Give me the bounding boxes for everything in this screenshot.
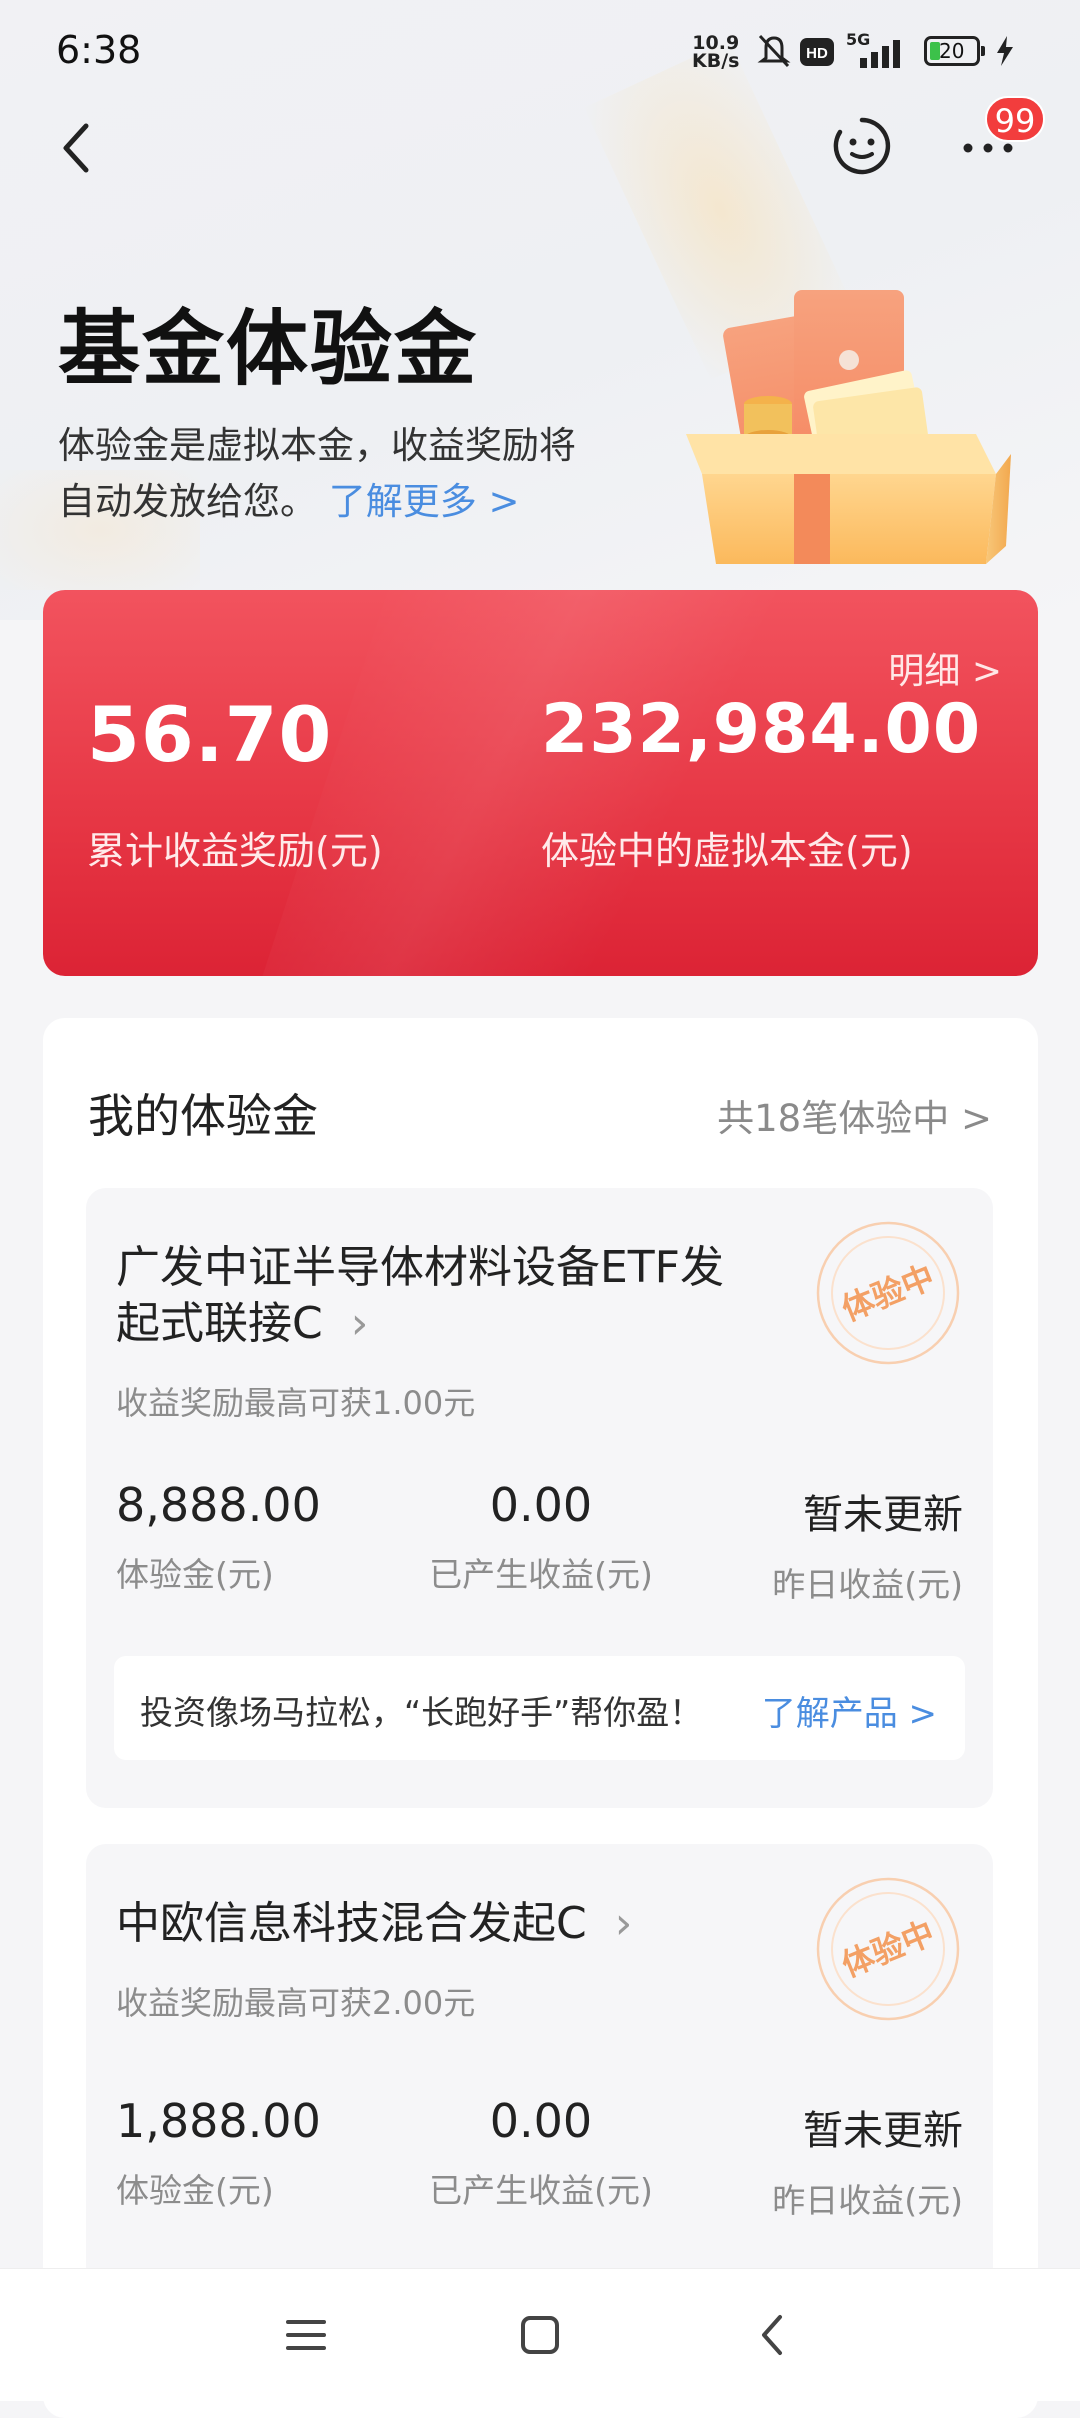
yesterday-label: 昨日收益(元) bbox=[772, 1565, 963, 1604]
face-icon[interactable] bbox=[830, 114, 894, 178]
yesterday-value: 暂未更新 bbox=[803, 1492, 963, 1538]
battery-icon: 20 bbox=[924, 36, 985, 66]
yesterday-label: 昨日收益(元) bbox=[772, 2181, 963, 2220]
section-title: 我的体验金 bbox=[88, 1089, 318, 1143]
status-time: 6:38 bbox=[56, 28, 142, 72]
page-title: 基金体验金 bbox=[58, 302, 479, 397]
reward-note: 收益奖励最高可获1.00元 bbox=[116, 1384, 476, 1422]
promo-banner[interactable]: 投资像场马拉松，“长跑好手”帮你盈！ 了解产品 > bbox=[114, 1656, 965, 1760]
system-nav-bar bbox=[0, 2268, 1080, 2401]
total-reward-label: 累计收益奖励(元) bbox=[87, 829, 383, 873]
notification-badge: 99 bbox=[985, 96, 1045, 142]
charging-icon bbox=[997, 36, 1013, 66]
back-icon[interactable] bbox=[54, 112, 104, 182]
learn-more-link[interactable]: 了解更多 > bbox=[329, 480, 520, 523]
reward-note: 收益奖励最高可获2.00元 bbox=[116, 1984, 476, 2022]
gift-box-illustration bbox=[686, 290, 1011, 564]
chevron-right-icon: › bbox=[336, 1298, 369, 1349]
nav-back-icon[interactable] bbox=[744, 2305, 804, 2365]
status-bar: 6:38 10.9 KB/s HD 5G 20 bbox=[0, 0, 1080, 100]
fund-name[interactable]: 广发中证半导体材料设备ETF发起式联接C › bbox=[116, 1240, 756, 1352]
home-icon[interactable] bbox=[510, 2305, 570, 2365]
fund-card[interactable]: 广发中证半导体材料设备ETF发起式联接C › 收益奖励最高可获1.00元 体验中… bbox=[86, 1188, 993, 1808]
earned-label: 已产生收益(元) bbox=[429, 1555, 653, 1594]
earned-value: 0.00 bbox=[489, 2094, 593, 2148]
promo-text: 投资像场马拉松，“长跑好手”帮你盈！ bbox=[140, 1693, 703, 1732]
my-funds-card: 我的体验金 共18笔体验中 > 广发中证半导体材料设备ETF发起式联接C › 收… bbox=[43, 1018, 1038, 2418]
hd-icon: HD bbox=[800, 38, 834, 66]
svg-text:体验中: 体验中 bbox=[836, 1257, 939, 1328]
svg-text:HD: HD bbox=[806, 45, 828, 62]
earned-label: 已产生收益(元) bbox=[429, 2171, 653, 2210]
signal-icon bbox=[860, 40, 900, 68]
amount-label: 体验金(元) bbox=[116, 1555, 274, 1594]
earned-value: 0.00 bbox=[489, 1478, 593, 1532]
fund-count-link[interactable]: 共18笔体验中 > bbox=[717, 1088, 992, 1142]
network-speed: 10.9 KB/s bbox=[692, 32, 740, 72]
intro-text: 体验金是虚拟本金，收益奖励将 自动发放给您。 了解更多 > bbox=[58, 424, 576, 523]
learn-product-link[interactable]: 了解产品 > bbox=[762, 1686, 937, 1735]
menu-icon[interactable] bbox=[276, 2305, 336, 2365]
virtual-principal-label: 体验中的虚拟本金(元) bbox=[541, 829, 913, 873]
summary-card: 明细 > 56.70 累计收益奖励(元) 232,984.00 体验中的虚拟本金… bbox=[43, 590, 1038, 976]
fund-card[interactable]: 中欧信息科技混合发起C › 收益奖励最高可获2.00元 体验中 1,888.00… bbox=[86, 1844, 993, 2304]
chevron-right-icon: › bbox=[600, 1898, 633, 1949]
detail-link[interactable]: 明细 > bbox=[888, 642, 1002, 694]
fund-name[interactable]: 中欧信息科技混合发起C › bbox=[116, 1896, 756, 1952]
amount-label: 体验金(元) bbox=[116, 2171, 274, 2210]
total-reward-value: 56.70 bbox=[87, 690, 333, 779]
amount-value: 1,888.00 bbox=[116, 2094, 321, 2148]
amount-value: 8,888.00 bbox=[116, 1478, 321, 1532]
yesterday-value: 暂未更新 bbox=[803, 2108, 963, 2154]
virtual-principal-value: 232,984.00 bbox=[541, 690, 982, 769]
experiencing-stamp: 体验中 bbox=[816, 1877, 960, 2021]
svg-text:体验中: 体验中 bbox=[836, 1913, 939, 1984]
experiencing-stamp: 体验中 bbox=[816, 1221, 960, 1365]
bell-muted-icon bbox=[757, 34, 791, 68]
